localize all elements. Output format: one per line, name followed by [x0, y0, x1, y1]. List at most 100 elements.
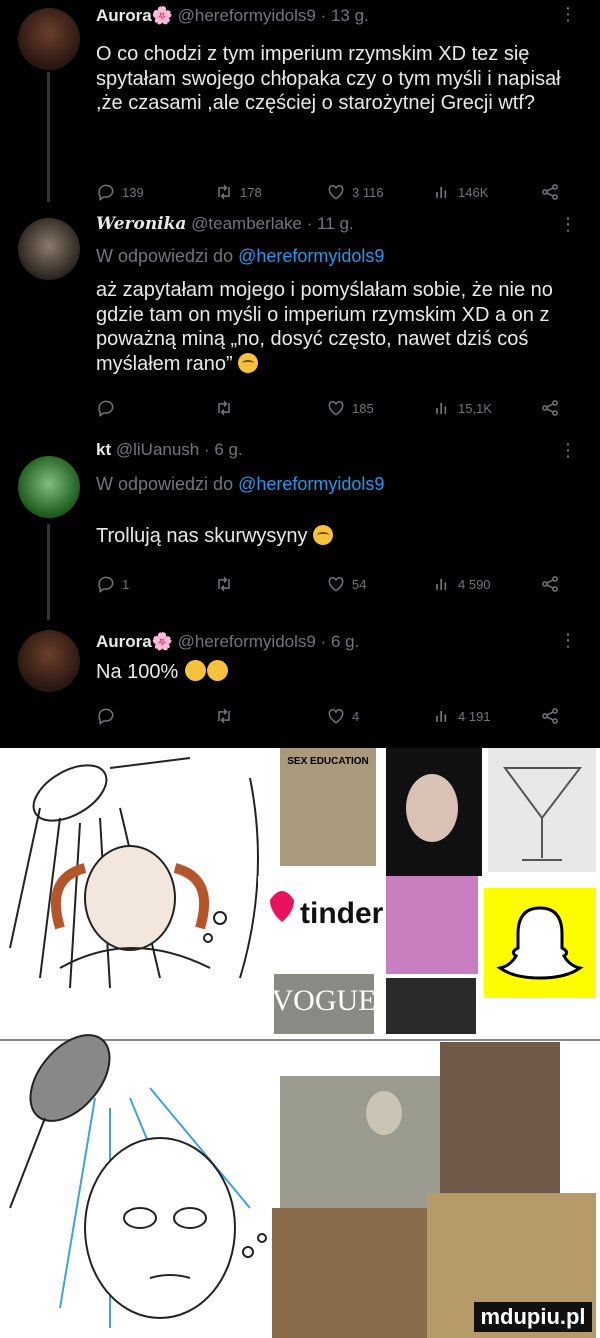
views-icon — [436, 403, 447, 414]
views-button[interactable]: 146K — [432, 182, 488, 202]
like-count: 185 — [352, 400, 374, 416]
views-button[interactable]: 15,1K — [432, 398, 492, 418]
reply-icon — [98, 708, 114, 725]
like-count: 3 116 — [352, 184, 384, 200]
tweet-text-content: aż zapytałam mojego i pomyślałam sobie, … — [96, 279, 553, 375]
views-icon — [436, 579, 447, 590]
retweet-button[interactable] — [214, 398, 240, 418]
reply-button[interactable] — [96, 398, 122, 418]
avatar[interactable] — [18, 218, 80, 280]
tweet-2[interactable]: Weronika @teamberlake · 11 g. ⋮ W odpowi… — [0, 212, 600, 440]
handle-timestamp[interactable]: @teamberlake · 11 g. — [191, 214, 353, 233]
share-button[interactable] — [540, 182, 560, 202]
like-count: 54 — [352, 576, 367, 592]
display-name[interactable]: Aurora🌸 — [96, 632, 173, 651]
retweet-button[interactable] — [214, 574, 240, 594]
tweet-header: Weronika @teamberlake · 11 g. — [96, 214, 354, 234]
tweet-1[interactable]: Aurora🌸 @hereformyidols9 · 13 g. ⋮ O co … — [0, 0, 600, 212]
reply-handle-link[interactable]: @hereformyidols9 — [238, 246, 384, 266]
views-count: 146K — [458, 184, 489, 200]
reply-prefix: W odpowiedzi do — [96, 246, 234, 266]
augustus-statue-photo — [280, 1076, 440, 1216]
retweet-icon — [218, 708, 230, 724]
share-button[interactable] — [540, 398, 560, 418]
avatar[interactable] — [18, 456, 80, 518]
views-icon — [436, 187, 447, 198]
reply-context: W odpowiedzi do @hereformyidols9 — [96, 246, 384, 267]
tweet-text: Na 100% — [96, 660, 582, 685]
retweet-icon — [218, 184, 230, 200]
retweet-button[interactable]: 178 — [214, 182, 262, 202]
portrait-photo-2 — [386, 978, 476, 1034]
share-icon — [542, 184, 558, 200]
action-bar: 185 15,1K — [96, 398, 582, 420]
reply-icon — [98, 576, 114, 593]
tweet-4[interactable]: Aurora🌸 @hereformyidols9 · 6 g. ⋮ Na 100… — [0, 620, 600, 748]
roman-ruin-painting — [272, 1208, 427, 1338]
thread-line — [47, 524, 50, 620]
meme-image: SEX EDUCATION tinder VOGUE mdupiu.pl — [0, 748, 600, 1338]
views-icon — [436, 711, 447, 722]
reply-icon — [98, 184, 114, 201]
reply-handle-link[interactable]: @hereformyidols9 — [238, 474, 384, 494]
like-button[interactable]: 185 — [326, 398, 374, 418]
share-icon — [542, 576, 558, 592]
more-options-icon[interactable]: ⋮ — [559, 440, 578, 461]
like-icon — [328, 184, 344, 200]
handle-timestamp[interactable]: @hereformyidols9 · 6 g. — [178, 632, 360, 651]
handle-timestamp[interactable]: @hereformyidols9 · 13 g. — [178, 6, 369, 25]
more-options-icon[interactable]: ⋮ — [559, 4, 578, 25]
avatar[interactable] — [18, 630, 80, 692]
tweet-header: Aurora🌸 @hereformyidols9 · 6 g. — [96, 632, 359, 652]
pompeii-relief-photo — [440, 1042, 560, 1212]
like-count: 4 — [352, 708, 360, 724]
tweet-text: Trollują nas skurwysyny — [96, 524, 582, 549]
like-button[interactable]: 3 116 — [326, 182, 384, 202]
thread-line — [47, 72, 50, 202]
views-count: 4 191 — [458, 708, 491, 724]
views-count: 4 590 — [458, 576, 491, 592]
avatar[interactable] — [18, 8, 80, 70]
tinder-logo: tinder — [300, 897, 384, 930]
reply-button[interactable]: 139 — [96, 182, 144, 202]
tweet-text-content: Trollują nas skurwysyny — [96, 525, 308, 547]
crying-laughing-emoji-icon — [313, 525, 334, 545]
reply-button[interactable]: 1 — [96, 574, 129, 594]
share-icon — [542, 400, 558, 416]
more-options-icon[interactable]: ⋮ — [559, 630, 578, 651]
watermark-logo: mdupiu.pl — [474, 1302, 592, 1332]
display-name[interactable]: kt — [96, 440, 111, 459]
views-button[interactable]: 4 191 — [432, 706, 491, 726]
display-name[interactable]: Weronika — [96, 214, 186, 234]
sex-education-title: SEX EDUCATION — [287, 756, 369, 767]
shower-thoughts-meme: SEX EDUCATION tinder VOGUE — [0, 748, 600, 1338]
laughing-emoji-icon — [206, 660, 228, 681]
action-bar: 139 178 3 116 146K — [96, 182, 582, 204]
reply-button[interactable] — [96, 706, 122, 726]
share-button[interactable] — [540, 706, 560, 726]
like-button[interactable]: 54 — [326, 574, 366, 594]
tweet-header: Aurora🌸 @hereformyidols9 · 13 g. — [96, 6, 369, 26]
like-icon — [328, 576, 344, 592]
tweet-text-content: Na 100% — [96, 661, 179, 683]
handle-timestamp[interactable]: @liUanush · 6 g. — [116, 440, 243, 459]
like-button[interactable]: 4 — [326, 706, 359, 726]
tweet-3[interactable]: kt @liUanush · 6 g. ⋮ W odpowiedzi do @h… — [0, 440, 600, 620]
reply-count: 139 — [122, 184, 144, 200]
views-button[interactable]: 4 590 — [432, 574, 491, 594]
share-icon — [542, 708, 558, 724]
action-bar: 4 4 191 — [96, 706, 582, 728]
reply-icon — [98, 400, 114, 417]
like-icon — [328, 708, 344, 724]
share-button[interactable] — [540, 574, 560, 594]
tweet-text: O co chodzi z tym imperium rzymskim XD t… — [96, 43, 561, 114]
retweet-count: 178 — [240, 184, 262, 200]
display-name[interactable]: Aurora🌸 — [96, 6, 173, 25]
retweet-icon — [218, 576, 230, 592]
retweet-icon — [218, 400, 230, 416]
tweet-text: aż zapytałam mojego i pomyślałam sobie, … — [96, 278, 582, 376]
like-icon — [328, 400, 344, 416]
more-options-icon[interactable]: ⋮ — [559, 214, 578, 235]
vogue-title: VOGUE — [272, 984, 377, 1017]
retweet-button[interactable] — [214, 706, 240, 726]
